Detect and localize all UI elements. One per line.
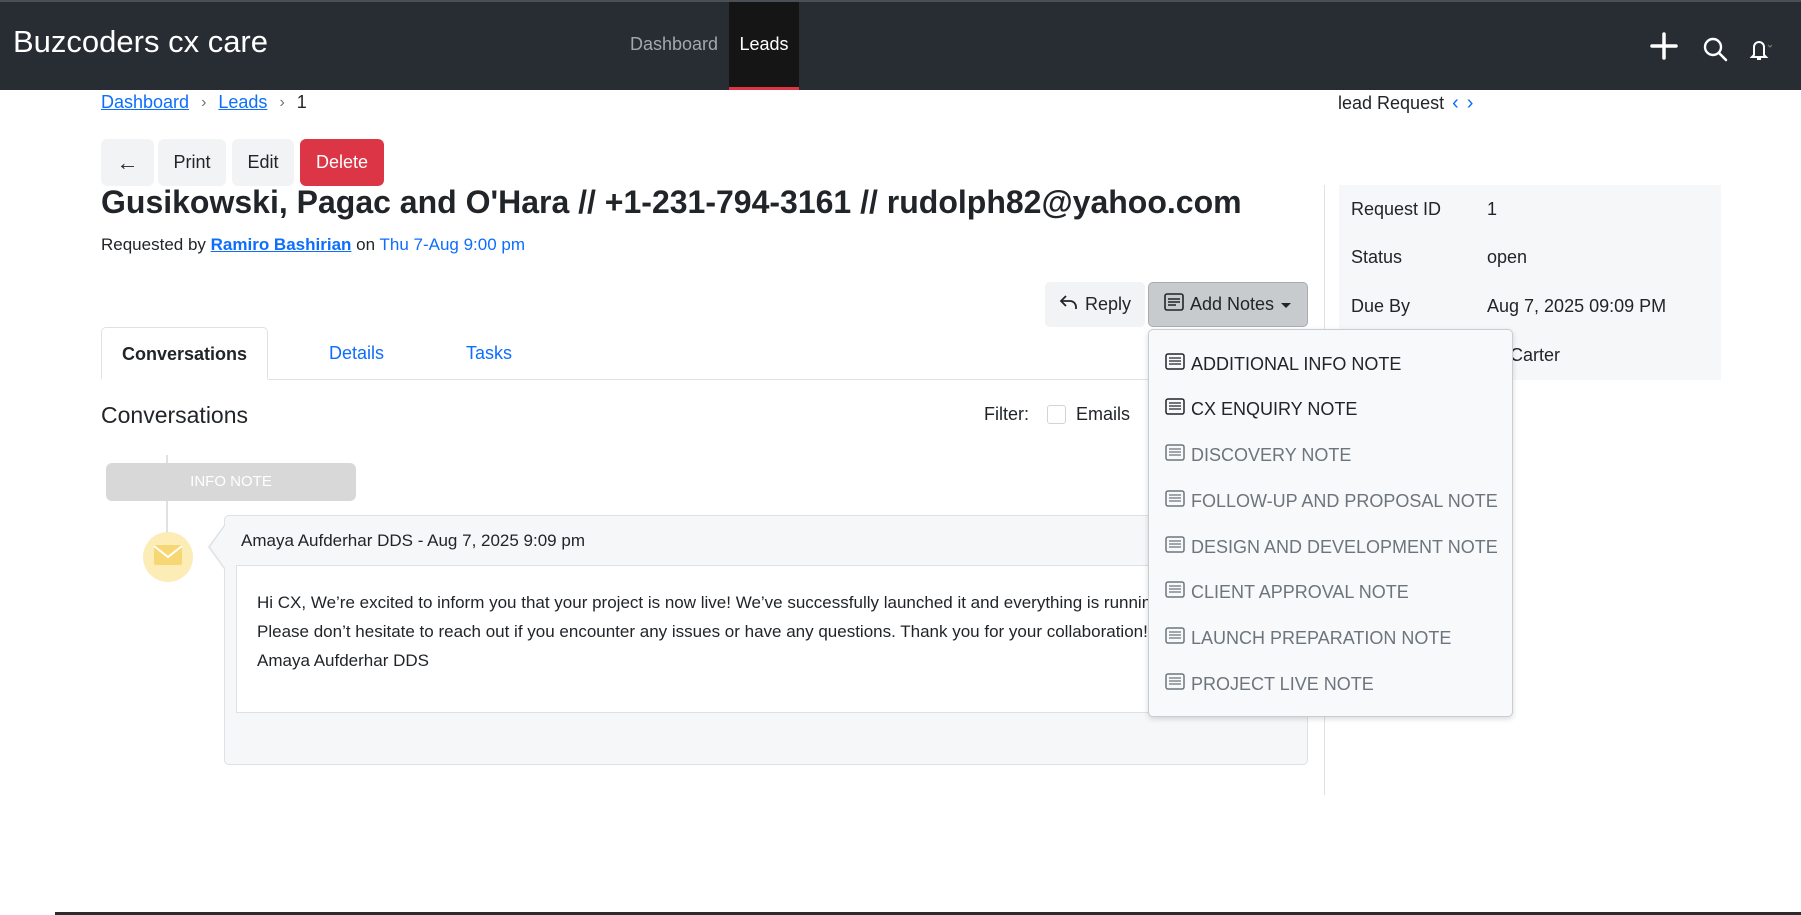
note-icon: [1164, 293, 1184, 316]
tab-details[interactable]: Details: [329, 327, 384, 379]
requested-on: on: [356, 235, 376, 254]
add-notes-label: Add Notes: [1189, 294, 1275, 314]
breadcrumb-dashboard[interactable]: Dashboard: [101, 92, 189, 113]
tab-tasks[interactable]: Tasks: [466, 327, 512, 379]
tab-conversations[interactable]: Conversations: [101, 327, 268, 380]
menu-item-label: CX ENQUIRY NOTE: [1191, 398, 1358, 419]
conversation-filter: Filter: Emails: [984, 404, 1130, 425]
requested-by-line: Requested by Ramiro Bashirian on Thu 7-A…: [101, 235, 525, 255]
menu-item-project-live-note[interactable]: PROJECT LIVE NOTE: [1165, 669, 1374, 699]
envelope-icon: [153, 544, 183, 571]
menu-item-label: LAUNCH PREPARATION NOTE: [1191, 627, 1452, 648]
menu-item-launch-preparation-note[interactable]: LAUNCH PREPARATION NOTE: [1165, 623, 1451, 653]
back-button[interactable]: ←: [101, 139, 154, 186]
timeline-marker: [143, 532, 193, 582]
request-date: Thu 7-Aug 9:00 pm: [379, 235, 526, 254]
bell-icon[interactable]: [1744, 36, 1773, 67]
conversation-card: Amaya Aufderhar DDS - Aug 7, 2025 9:09 p…: [224, 515, 1308, 765]
note-icon: [1165, 627, 1185, 649]
brand-title[interactable]: Buzcoders cx care: [13, 24, 268, 60]
request-id-label: Request ID: [1351, 199, 1442, 219]
reply-icon: [1059, 293, 1079, 316]
reply-button[interactable]: Reply: [1045, 282, 1145, 327]
due-by-label: Due By: [1351, 296, 1411, 316]
conversation-body: Hi CX, We’re excited to inform you that …: [236, 565, 1296, 713]
chevron-right-icon[interactable]: ›: [1467, 92, 1474, 115]
nav-leads[interactable]: Leads: [729, 2, 799, 90]
top-navbar: Buzcoders cx care Dashboard Leads: [0, 0, 1801, 90]
menu-item-additional-info-note[interactable]: ADDITIONAL INFO NOTE: [1165, 349, 1401, 379]
due-by-value: Aug 7, 2025 09:09 PM: [1487, 296, 1667, 316]
add-notes-menu: ADDITIONAL INFO NOTE CX ENQUIRY NOTE DIS…: [1148, 329, 1513, 717]
note-icon: [1165, 444, 1185, 466]
page-title: Gusikowski, Pagac and O'Hara // +1-231-7…: [101, 184, 1242, 220]
menu-item-label: PROJECT LIVE NOTE: [1191, 673, 1374, 694]
breadcrumb-leads[interactable]: Leads: [218, 92, 267, 113]
note-icon: [1165, 673, 1185, 695]
note-icon: [1165, 353, 1185, 375]
record-pager: lead Request ‹ ›: [1338, 92, 1473, 115]
menu-item-label: CLIENT APPROVAL NOTE: [1191, 581, 1409, 602]
breadcrumb: Dashboard › Leads › 1: [101, 92, 307, 113]
note-icon: [1165, 581, 1185, 603]
chevron-right-icon: ›: [279, 93, 285, 111]
search-icon[interactable]: [1702, 36, 1728, 67]
chevron-left-icon[interactable]: ‹: [1452, 92, 1459, 115]
status-label: Status: [1351, 247, 1403, 267]
info-note-badge: INFO NOTE: [106, 463, 356, 501]
card-pointer-fill: [210, 526, 225, 568]
print-button[interactable]: Print: [158, 139, 226, 186]
breadcrumb-current: 1: [296, 92, 307, 112]
add-notes-button[interactable]: Add Notes: [1148, 282, 1308, 327]
emails-label: Emails: [1076, 404, 1131, 424]
plus-icon[interactable]: [1650, 32, 1678, 65]
pager-label: lead Request: [1338, 93, 1445, 113]
chevron-right-icon: ›: [201, 93, 207, 111]
menu-item-cx-enquiry-note[interactable]: CX ENQUIRY NOTE: [1165, 394, 1357, 424]
reply-label: Reply: [1084, 294, 1132, 314]
request-id-value: 1: [1487, 199, 1498, 219]
filter-label: Filter:: [984, 404, 1029, 424]
status-value: open: [1487, 247, 1528, 267]
requester-link[interactable]: Ramiro Bashirian: [211, 235, 352, 254]
note-icon: [1165, 536, 1185, 558]
menu-item-label: FOLLOW-UP AND PROPOSAL NOTE: [1191, 490, 1498, 511]
conversations-heading: Conversations: [101, 402, 249, 428]
menu-item-discovery-note[interactable]: DISCOVERY NOTE: [1165, 440, 1351, 470]
edit-button[interactable]: Edit: [232, 139, 294, 186]
requested-by-prefix: Requested by: [101, 235, 206, 254]
menu-item-label: DISCOVERY NOTE: [1191, 444, 1352, 465]
menu-item-follow-up-and-proposal-note[interactable]: FOLLOW-UP AND PROPOSAL NOTE: [1165, 486, 1498, 516]
delete-button[interactable]: Delete: [300, 139, 384, 186]
menu-item-design-and-development-note[interactable]: DESIGN AND DEVELOPMENT NOTE: [1165, 532, 1498, 562]
menu-item-label: DESIGN AND DEVELOPMENT NOTE: [1191, 536, 1498, 557]
emails-checkbox[interactable]: [1047, 405, 1066, 424]
caret-down-icon: [1280, 294, 1292, 315]
menu-item-client-approval-note[interactable]: CLIENT APPROVAL NOTE: [1165, 577, 1409, 607]
nav-dashboard[interactable]: Dashboard: [630, 2, 718, 90]
tab-bar: Conversations Details Tasks: [101, 327, 1308, 380]
note-icon: [1165, 398, 1185, 420]
note-icon: [1165, 490, 1185, 512]
conversation-header: Amaya Aufderhar DDS - Aug 7, 2025 9:09 p…: [241, 531, 585, 550]
menu-item-label: ADDITIONAL INFO NOTE: [1191, 353, 1402, 374]
